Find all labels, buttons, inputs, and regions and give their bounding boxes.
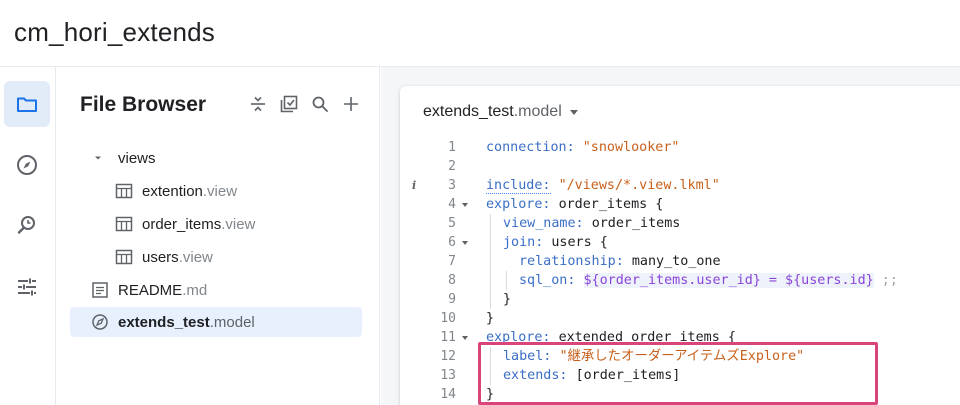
indent-guide bbox=[506, 271, 507, 290]
line-number: 4 bbox=[448, 197, 456, 212]
editor-card: extends_test .model 1 2 3 4 5 6 7 8 9 10 … bbox=[400, 86, 960, 405]
file-tab[interactable]: extends_test .model bbox=[423, 103, 578, 121]
fold-toggle-icon[interactable] bbox=[462, 336, 468, 340]
left-nav-rail bbox=[0, 67, 56, 405]
add-icon bbox=[344, 97, 358, 111]
tree-item-label: README bbox=[118, 281, 183, 299]
code-line-7: relationship: many_to_one bbox=[519, 254, 721, 269]
line-number: 7 bbox=[448, 254, 456, 269]
highlight-annotation-box bbox=[478, 342, 878, 405]
rail-develop-button[interactable] bbox=[4, 81, 50, 127]
collapse-icon bbox=[251, 96, 265, 112]
project-title: cm_hori_extends bbox=[14, 17, 215, 47]
line-number: 14 bbox=[440, 387, 456, 402]
folder-icon bbox=[17, 97, 37, 112]
tree-item-ext: .view bbox=[202, 182, 238, 200]
chevron-down-icon[interactable] bbox=[569, 109, 578, 115]
line-number: 8 bbox=[448, 273, 456, 288]
rail-search-button[interactable] bbox=[4, 202, 50, 248]
editor-area: extends_test .model 1 2 3 4 5 6 7 8 9 10 … bbox=[381, 67, 960, 405]
tree-item-label: order_items bbox=[142, 215, 222, 233]
rail-explore-button[interactable] bbox=[4, 142, 50, 188]
line-number: 10 bbox=[440, 311, 456, 326]
line-number: 12 bbox=[440, 349, 456, 364]
file-tab-ext: .model bbox=[513, 103, 562, 120]
search-files-button[interactable] bbox=[310, 93, 330, 115]
add-file-button[interactable] bbox=[341, 93, 361, 115]
search-icon bbox=[312, 96, 328, 112]
tree-item-ext: .view bbox=[221, 215, 256, 233]
file-browser-toolbar bbox=[248, 93, 361, 115]
project-header: cm_hori_extends bbox=[0, 0, 960, 67]
document-icon bbox=[90, 280, 110, 300]
tree-item-ext: .view bbox=[178, 248, 213, 266]
sliders-icon bbox=[18, 278, 36, 296]
tree-file-extends-test-model[interactable]: extends_test .model bbox=[70, 307, 362, 337]
code-line-8: sql_on: ${order_items.user_id} = ${users… bbox=[519, 273, 898, 288]
code-line-4: explore: order_items { bbox=[486, 197, 664, 212]
file-browser-title: File Browser bbox=[80, 93, 207, 116]
tree-file-users-view[interactable]: users .view bbox=[114, 242, 213, 272]
code-line-5: view_name: order_items bbox=[503, 216, 681, 231]
line-number: 9 bbox=[448, 292, 456, 307]
code-line-3: include: "/views/*.view.lkml" bbox=[486, 178, 720, 194]
validate-button[interactable] bbox=[279, 93, 299, 115]
checklist-icon bbox=[280, 95, 298, 113]
code-line-1: connection: "snowlooker" bbox=[486, 140, 680, 155]
tree-item-label: users bbox=[142, 248, 179, 266]
fold-toggle-icon[interactable] bbox=[462, 241, 468, 245]
file-browser-panel: File Browser views extention .view order… bbox=[56, 67, 380, 405]
tree-item-label: extention bbox=[142, 182, 203, 200]
line-number: 6 bbox=[448, 235, 456, 250]
compass-icon bbox=[17, 155, 37, 175]
file-tab-name: extends_test bbox=[423, 103, 514, 120]
view-file-icon bbox=[114, 214, 134, 234]
tree-item-ext: .md bbox=[182, 281, 208, 299]
view-file-icon bbox=[114, 181, 134, 201]
code-line-6: join: users { bbox=[503, 235, 608, 250]
rail-settings-button[interactable] bbox=[4, 264, 50, 310]
tree-file-extention-view[interactable]: extention .view bbox=[114, 176, 237, 206]
indent-guide bbox=[490, 214, 491, 309]
tree-folder-views[interactable]: views bbox=[92, 143, 156, 173]
line-number: 3 bbox=[448, 178, 456, 193]
tree-file-order-items-view[interactable]: order_items .view bbox=[114, 209, 255, 239]
chevron-down-icon bbox=[92, 148, 104, 168]
compass-icon bbox=[90, 312, 110, 332]
line-number: 1 bbox=[448, 140, 456, 155]
collapse-all-button[interactable] bbox=[248, 93, 268, 115]
tree-item-ext: .model bbox=[209, 313, 255, 331]
line-number: 11 bbox=[440, 330, 456, 345]
tree-item-label: extends_test bbox=[118, 313, 210, 331]
line-number: 5 bbox=[448, 216, 456, 231]
info-icon[interactable]: i bbox=[412, 179, 416, 192]
line-number: 13 bbox=[440, 368, 456, 383]
fold-toggle-icon[interactable] bbox=[462, 203, 468, 207]
search-history-icon bbox=[17, 216, 35, 234]
view-file-icon bbox=[114, 247, 134, 267]
tree-item-label: views bbox=[118, 149, 156, 167]
tree-file-readme[interactable]: README .md bbox=[90, 275, 207, 305]
code-line-9: } bbox=[503, 292, 512, 307]
code-line-10: } bbox=[486, 311, 495, 326]
line-number: 2 bbox=[448, 159, 456, 174]
